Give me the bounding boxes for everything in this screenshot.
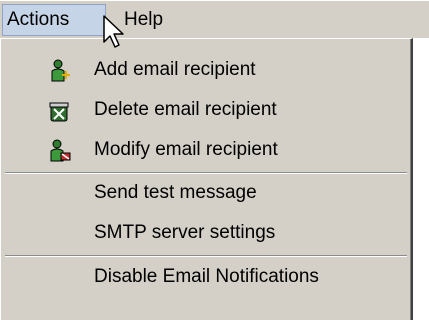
menu-item-disable-email-notifications[interactable]: Disable Email Notifications bbox=[1, 260, 409, 294]
menu-item-modify-email-recipient[interactable]: Modify email recipient bbox=[1, 133, 409, 167]
menu-item-label: SMTP server settings bbox=[94, 222, 276, 243]
delete-user-icon bbox=[47, 99, 71, 123]
modify-user-icon bbox=[47, 139, 71, 163]
menu-item-label: Disable Email Notifications bbox=[94, 266, 319, 287]
menu-item-label: Send test message bbox=[94, 182, 257, 203]
menu-item-send-test-message[interactable]: Send test message bbox=[1, 176, 409, 210]
menu-item-smtp-server-settings[interactable]: SMTP server settings bbox=[1, 216, 409, 250]
menu-separator bbox=[5, 172, 407, 174]
menu-item-label: Modify email recipient bbox=[94, 139, 278, 160]
menu-help[interactable]: Help bbox=[120, 4, 167, 36]
menu-separator bbox=[5, 255, 407, 257]
menu-item-label: Delete email recipient bbox=[94, 99, 277, 120]
menu-help-label: Help bbox=[124, 9, 164, 30]
menu-item-label: Add email recipient bbox=[94, 59, 256, 80]
menu-item-add-email-recipient[interactable]: Add email recipient bbox=[1, 53, 409, 87]
menu-actions-label: Actions bbox=[7, 9, 70, 30]
add-user-icon bbox=[47, 59, 71, 83]
menu-item-delete-email-recipient[interactable]: Delete email recipient bbox=[1, 93, 409, 127]
actions-dropdown-menu: Add email recipient Delete email recipie… bbox=[0, 38, 413, 320]
menu-bar: Actions Help bbox=[0, 0, 429, 38]
menu-actions[interactable]: Actions bbox=[2, 4, 106, 36]
